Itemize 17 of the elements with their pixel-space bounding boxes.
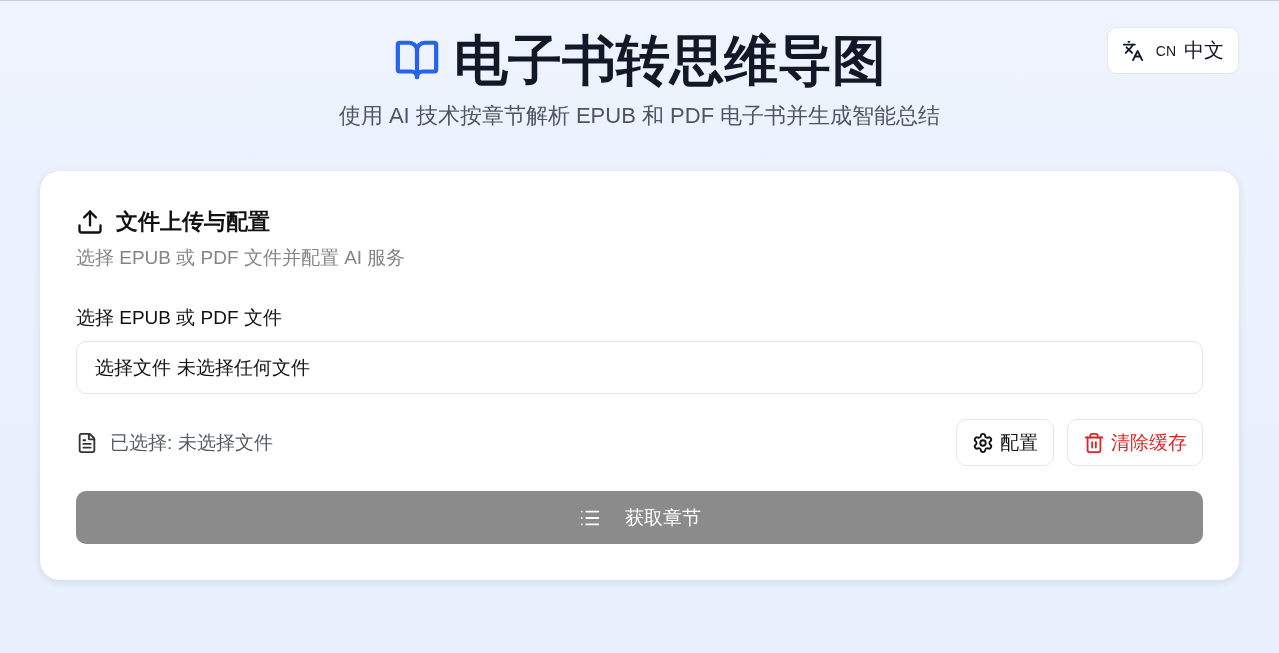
file-status-text: 未选择任何文件 xyxy=(177,355,310,380)
page-title: 电子书转思维导图 xyxy=(453,29,886,92)
card-title: 文件上传与配置 xyxy=(116,208,270,236)
language-button[interactable]: CN 中文 xyxy=(1106,27,1239,74)
page-subtitle: 使用 AI 技术按章节解析 EPUB 和 PDF 电子书并生成智能总结 xyxy=(338,102,941,130)
trash-icon xyxy=(1083,431,1105,454)
document-icon xyxy=(76,431,98,454)
field-label: 选择 EPUB 或 PDF 文件 xyxy=(76,306,282,330)
selected-file-text: 已选择: 未选择文件 xyxy=(110,430,273,455)
file-input-field[interactable]: 选择文件 未选择任何文件 xyxy=(76,341,1203,394)
config-button[interactable]: 配置 xyxy=(956,419,1054,466)
choose-file-button[interactable]: 选择文件 xyxy=(95,354,171,381)
upload-icon xyxy=(76,208,104,236)
card-description: 选择 EPUB 或 PDF 文件并配置 AI 服务 xyxy=(76,246,407,270)
translate-icon xyxy=(1121,39,1144,62)
settings-icon xyxy=(972,431,994,454)
clear-cache-button[interactable]: 清除缓存 xyxy=(1067,419,1203,466)
